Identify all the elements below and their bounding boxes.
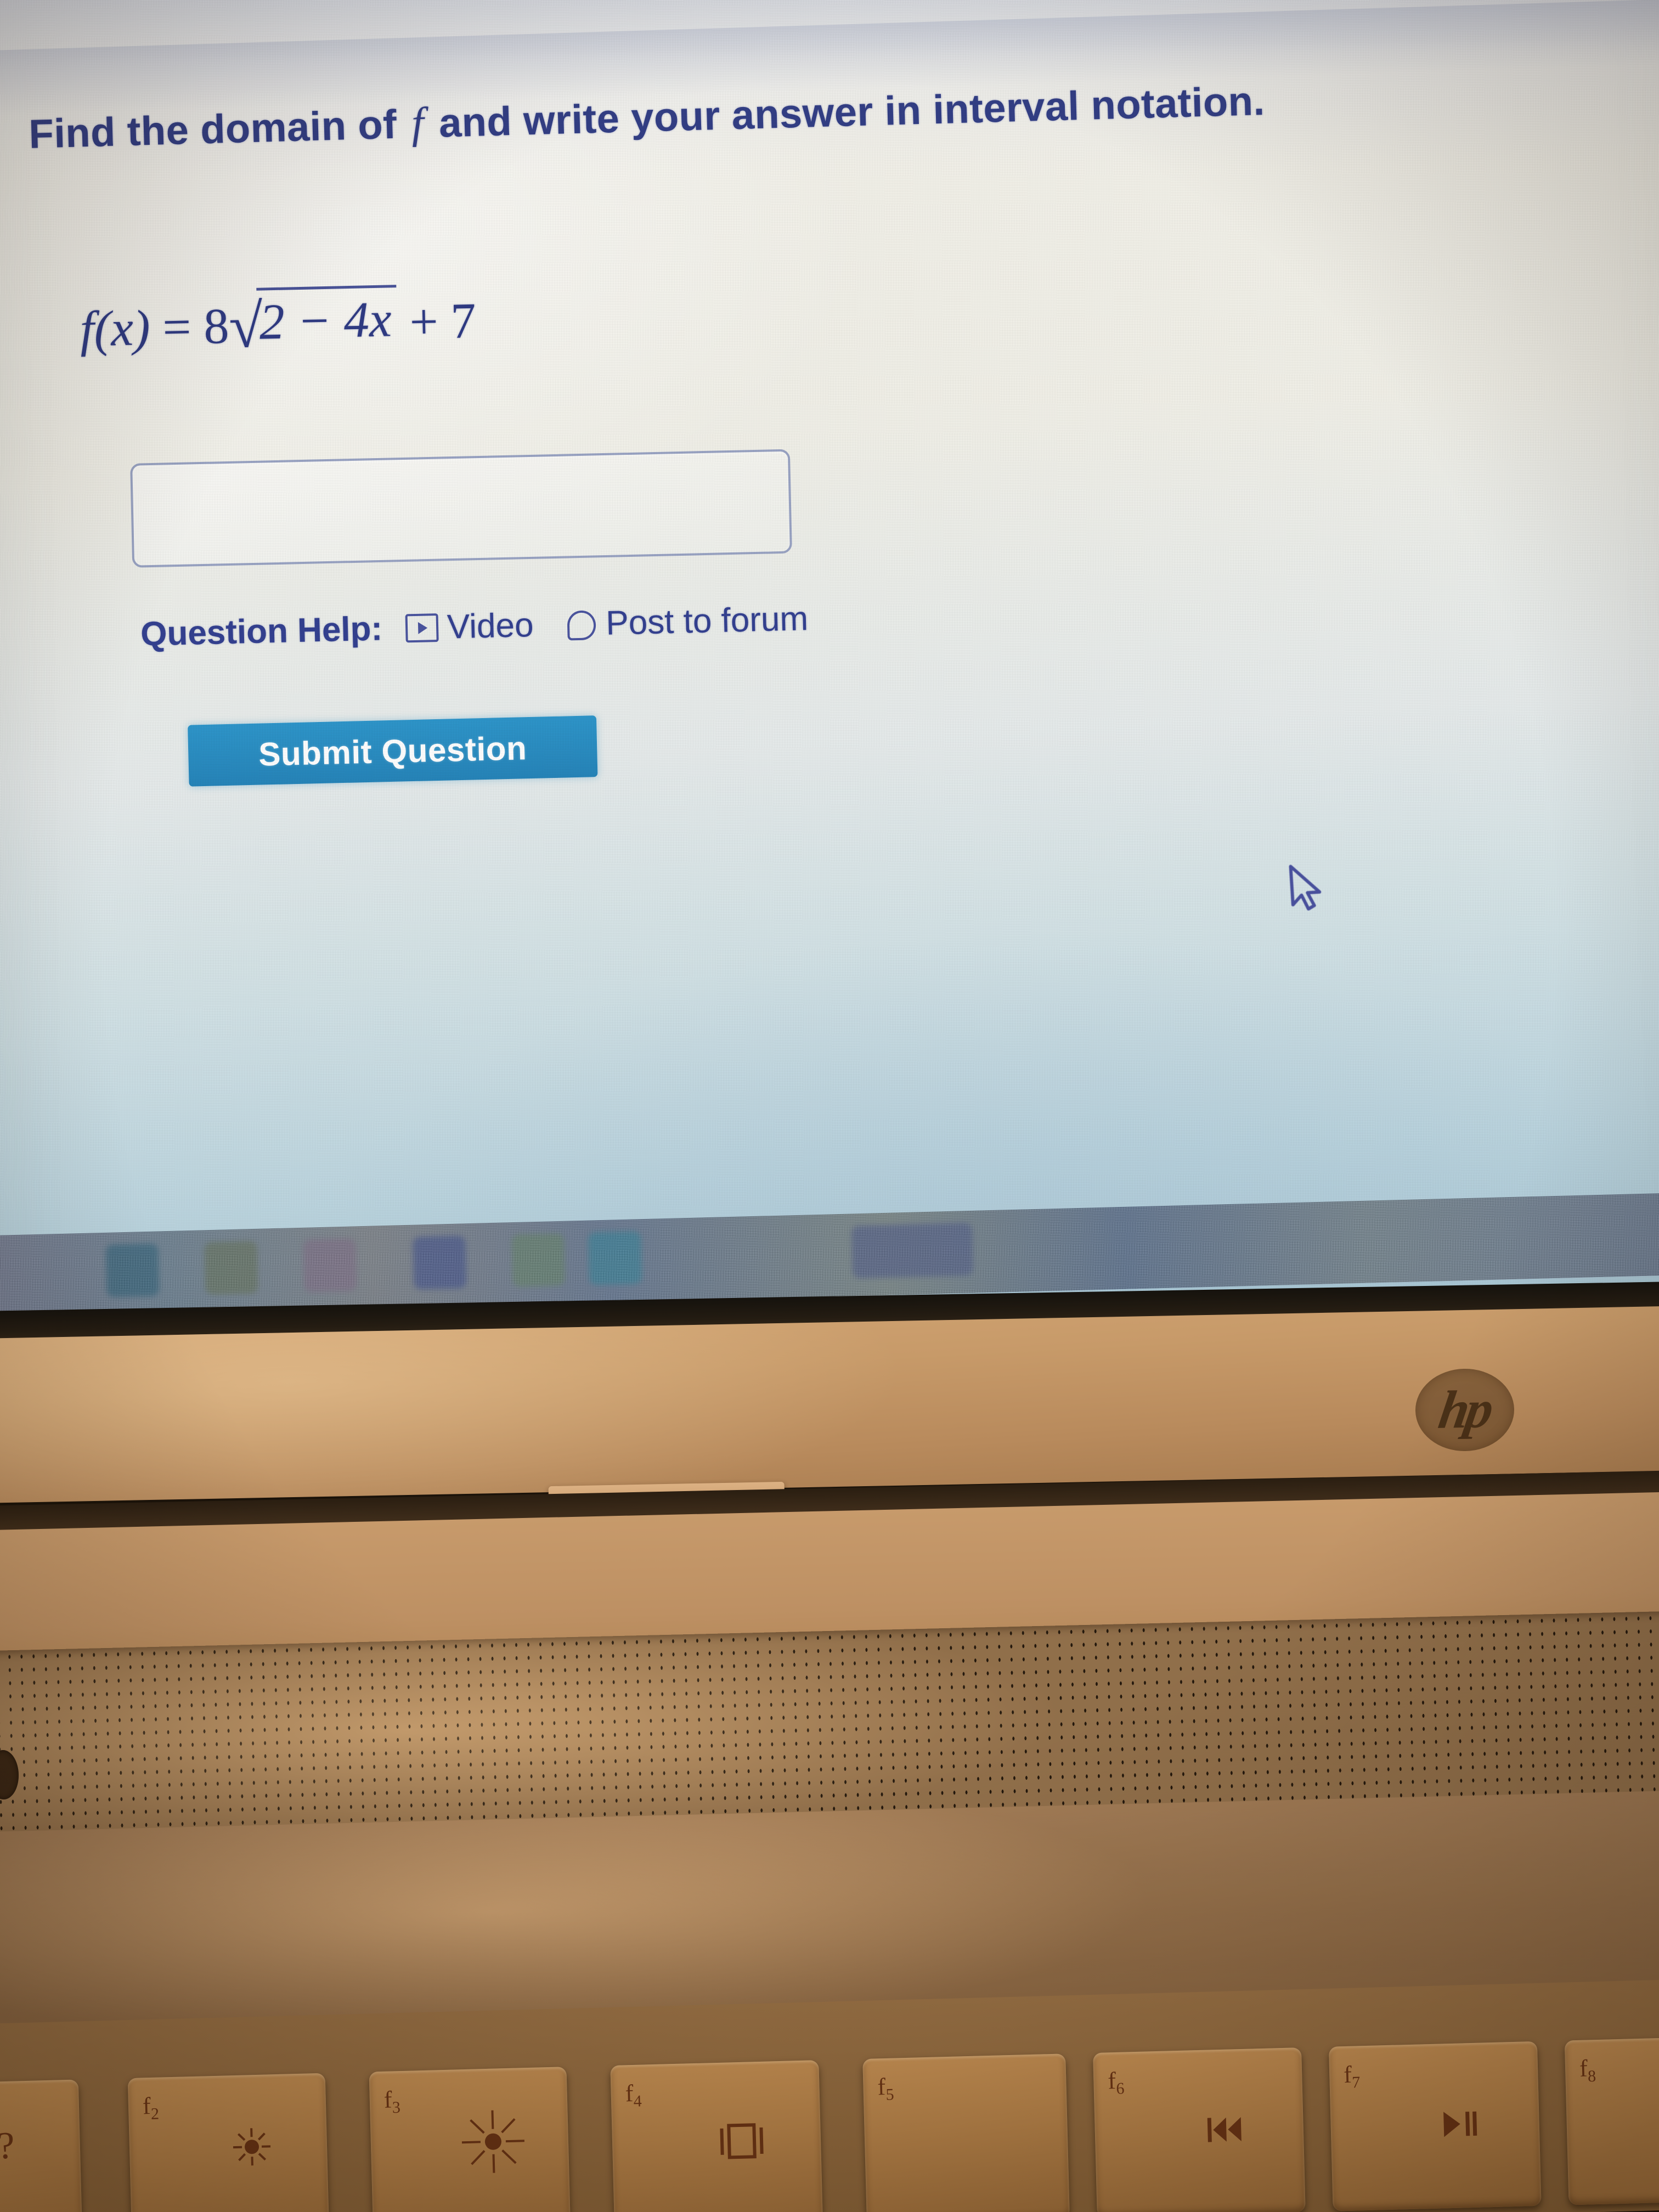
arrow-pointer-icon [1289, 865, 1322, 911]
key-f2-label: f2 [142, 2092, 160, 2123]
formula-left-hand-side: f(x) [79, 299, 151, 357]
formula-coefficient: 8 [203, 297, 230, 354]
speech-bubble-icon[interactable] [567, 610, 597, 640]
play-pause-icon [1443, 2111, 1477, 2137]
function-definition: f(x) = 8√2 − 4x + 7 [79, 285, 477, 366]
photo-of-laptop-screen: Find the domain of f and write your answ… [0, 0, 1659, 2212]
submit-question-button[interactable]: Submit Question [188, 715, 598, 787]
taskbar-icon-7[interactable] [851, 1222, 974, 1279]
taskbar-icon-2[interactable] [204, 1240, 258, 1295]
video-link[interactable]: Video [447, 606, 534, 647]
formula-equals-sign: = [162, 298, 192, 356]
post-to-forum-link[interactable]: Post to forum [606, 599, 809, 643]
homework-page: Find the domain of f and write your answ… [17, 61, 1597, 911]
taskbar-icon-5[interactable] [511, 1233, 566, 1288]
key-f6-label: f6 [1107, 2067, 1125, 2098]
prompt-text-before: Find the domain of [28, 101, 398, 157]
previous-track-icon [1207, 2117, 1242, 2142]
taskbar-icon-3[interactable] [303, 1238, 357, 1293]
key-f2-brightness-down[interactable]: f2 [127, 2073, 330, 2212]
taskbar-icon-browser[interactable] [588, 1231, 642, 1285]
prompt-function-variable: f [411, 99, 425, 148]
taskbar-icon-4[interactable] [413, 1235, 467, 1290]
question-help-row: Question Help: Video Post to forum [140, 599, 808, 654]
key-f7-label: f7 [1343, 2061, 1361, 2092]
key-f3-label: f3 [383, 2086, 401, 2117]
square-root-expression: √2 − 4x [228, 285, 398, 363]
key-f4-label: f4 [625, 2080, 642, 2111]
key-f4-display-switch[interactable]: f4 [610, 2060, 823, 2212]
key-f5-label: f5 [877, 2073, 895, 2104]
key-f6-previous-track[interactable]: f6 [1093, 2047, 1306, 2212]
radicand: 2 − 4x [256, 285, 398, 351]
key-f1-glyph: ? [0, 2124, 15, 2168]
key-f7-play-pause[interactable]: f7 [1328, 2041, 1542, 2211]
key-f1-help[interactable]: ? [0, 2079, 83, 2212]
brightness-up-icon [462, 2110, 525, 2173]
question-prompt: Find the domain of f and write your answ… [28, 76, 1265, 159]
key-f8-label: f8 [1579, 2055, 1596, 2086]
laptop-display: Find the domain of f and write your answ… [0, 0, 1659, 1333]
taskbar-icon-1[interactable] [105, 1243, 160, 1297]
key-f5[interactable]: f5 [862, 2053, 1070, 2212]
brightness-down-icon [233, 2128, 271, 2166]
display-switch-icon [720, 2123, 764, 2159]
play-in-box-icon[interactable] [405, 613, 439, 642]
formula-trailing-term: + 7 [409, 292, 477, 350]
question-help-label: Question Help: [140, 610, 383, 653]
key-f3-brightness-up[interactable]: f3 [369, 2067, 571, 2212]
answer-input[interactable] [130, 449, 792, 568]
prompt-text-after: and write your answer in interval notati… [438, 77, 1266, 146]
key-f8[interactable]: f8 [1564, 2035, 1659, 2205]
lid-lower-bezel [0, 1305, 1659, 1503]
